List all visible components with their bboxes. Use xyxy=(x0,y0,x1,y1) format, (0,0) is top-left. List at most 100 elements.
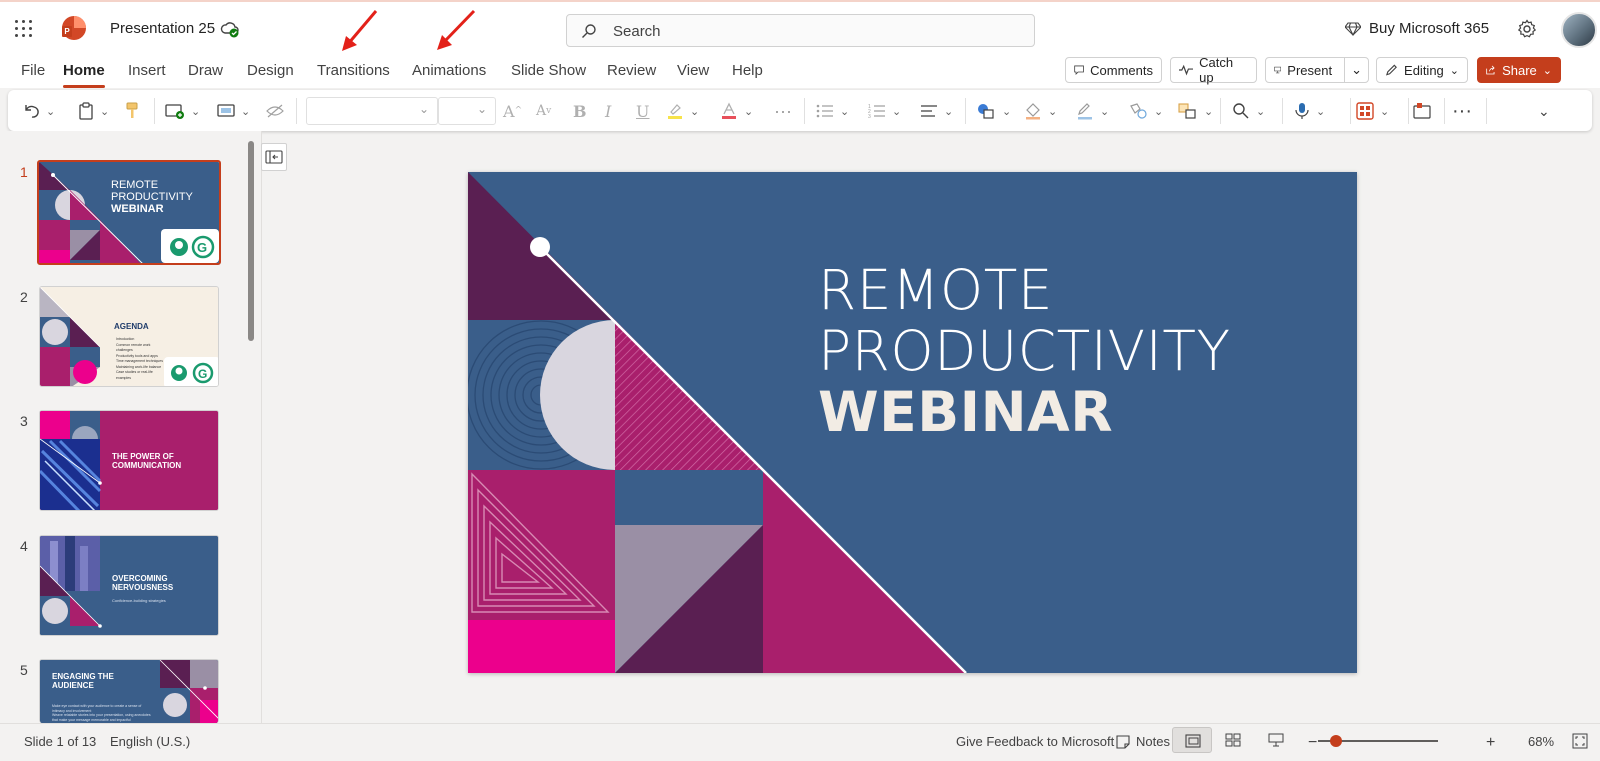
italic-icon[interactable]: I xyxy=(605,100,611,122)
microphone-icon xyxy=(1295,103,1309,119)
find-button[interactable]: ⌄ xyxy=(1232,100,1265,122)
chevron-down-icon[interactable]: ⌄ xyxy=(1380,105,1389,118)
zoom-in-button[interactable]: + xyxy=(1486,734,1495,752)
document-title[interactable]: Presentation 25 xyxy=(110,20,215,37)
search-input[interactable] xyxy=(613,21,1013,41)
chevron-down-icon[interactable]: ⌄ xyxy=(241,105,250,118)
slide-thumbnail-2[interactable]: G AGENDA Introduction Common remote work… xyxy=(39,286,219,387)
editing-mode-button[interactable]: Editing ⌄ xyxy=(1376,57,1468,83)
clipboard-icon xyxy=(79,102,93,120)
expand-ribbon-chevron-icon[interactable]: ⌄ xyxy=(1538,100,1550,122)
normal-view-button[interactable] xyxy=(1172,727,1212,753)
thumbnail-scrollbar[interactable] xyxy=(248,141,254,341)
font-color-button[interactable]: ⌄ xyxy=(720,100,753,122)
tab-review[interactable]: Review xyxy=(607,62,656,79)
slide-canvas[interactable]: REMOTE PRODUCTIVITY WEBINAR xyxy=(468,172,1357,673)
thumb-3-title: THE POWER OF COMMUNICATION xyxy=(112,452,182,470)
slide-thumbnail-5[interactable]: ENGAGING THE AUDIENCE Make eye contact w… xyxy=(39,659,219,723)
chevron-down-icon[interactable]: ⌄ xyxy=(191,105,200,118)
comments-button[interactable]: Comments xyxy=(1065,57,1162,83)
tab-help[interactable]: Help xyxy=(732,62,763,79)
chevron-down-icon[interactable]: ⌄ xyxy=(1048,105,1057,118)
shrink-font-icon[interactable]: Av xyxy=(536,100,551,122)
pencil-icon xyxy=(1385,64,1397,76)
zoom-out-button[interactable]: − xyxy=(1308,734,1317,752)
app-launcher-icon[interactable] xyxy=(15,20,35,40)
chevron-down-icon[interactable]: ⌄ xyxy=(690,105,699,118)
catch-up-button[interactable]: Catch up xyxy=(1170,55,1257,85)
arrange-button[interactable]: ⌄ xyxy=(1178,100,1213,122)
chevron-down-icon[interactable]: ⌄ xyxy=(1204,105,1213,118)
more-options-icon[interactable]: ··· xyxy=(1452,100,1472,122)
user-avatar[interactable] xyxy=(1561,12,1597,48)
slide-sorter-view-button[interactable] xyxy=(1225,733,1241,750)
tab-home[interactable]: Home xyxy=(63,62,105,88)
add-in-button[interactable] xyxy=(1412,100,1432,122)
tab-draw[interactable]: Draw xyxy=(188,62,223,79)
chevron-down-icon[interactable]: ⌄ xyxy=(1256,105,1265,118)
bold-icon[interactable]: B xyxy=(573,100,587,122)
numbering-button[interactable]: 123 ⌄ xyxy=(868,100,901,122)
undo-icon xyxy=(25,105,39,118)
buy-microsoft-365-link[interactable]: Buy Microsoft 365 xyxy=(1345,20,1489,37)
grow-font-icon[interactable]: A ^ xyxy=(503,100,522,122)
slide-thumbnail-3[interactable]: THE POWER OF COMMUNICATION xyxy=(39,410,219,511)
slide-thumbnail-1[interactable]: G REMOTE PRODUCTIVITY WEBINAR xyxy=(37,160,221,265)
paste-button[interactable]: ⌄ xyxy=(78,100,109,122)
align-left-icon xyxy=(921,105,937,117)
tab-design[interactable]: Design xyxy=(247,62,294,79)
format-painter-button[interactable] xyxy=(125,100,139,122)
slide-title[interactable]: REMOTE PRODUCTIVITY WEBINAR xyxy=(818,260,1231,443)
settings-gear-icon[interactable] xyxy=(1517,19,1537,44)
dictate-button[interactable]: ⌄ xyxy=(1294,100,1325,122)
status-bar: Slide 1 of 13 English (U.S.) Give Feedba… xyxy=(0,723,1600,761)
presenter-view-button[interactable] xyxy=(1268,733,1284,750)
font-family-select[interactable]: ⌄ xyxy=(306,97,438,125)
collapse-thumbnails-button[interactable] xyxy=(261,143,287,171)
align-button[interactable]: ⌄ xyxy=(920,100,953,122)
tab-slide-show[interactable]: Slide Show xyxy=(511,62,586,79)
chevron-down-icon[interactable]: ⌄ xyxy=(1002,105,1011,118)
zoom-slider-thumb[interactable] xyxy=(1330,735,1342,747)
font-size-select[interactable]: ⌄ xyxy=(438,97,496,125)
tab-transitions[interactable]: Transitions xyxy=(317,62,390,79)
zoom-level[interactable]: 68% xyxy=(1528,734,1554,749)
more-font-options-icon[interactable]: ··· xyxy=(774,100,792,122)
chevron-down-icon[interactable]: ⌄ xyxy=(840,105,849,118)
give-feedback-link[interactable]: Give Feedback to Microsoft xyxy=(956,734,1114,749)
shape-effects-button[interactable]: ⌄ xyxy=(1128,100,1163,122)
chevron-down-icon[interactable]: ⌄ xyxy=(1154,105,1163,118)
chevron-down-icon[interactable]: ⌄ xyxy=(46,105,55,118)
tab-file[interactable]: File xyxy=(21,62,45,79)
chevron-down-icon[interactable]: ⌄ xyxy=(100,105,109,118)
designer-button[interactable]: ⌄ xyxy=(1356,100,1389,122)
share-button[interactable]: Share ⌄ xyxy=(1477,57,1561,83)
hide-slide-button[interactable] xyxy=(266,100,284,122)
search-box[interactable] xyxy=(566,14,1035,47)
shapes-button[interactable]: ⌄ xyxy=(976,100,1011,122)
new-slide-button[interactable]: ⌄ xyxy=(165,100,200,122)
ribbon-separator xyxy=(1408,98,1409,124)
tab-view[interactable]: View xyxy=(677,62,709,79)
notes-button[interactable]: Notes xyxy=(1116,734,1170,749)
chevron-down-icon[interactable]: ⌄ xyxy=(944,105,953,118)
shape-fill-button[interactable]: ⌄ xyxy=(1024,100,1057,122)
bullets-button[interactable]: ⌄ xyxy=(816,100,849,122)
present-button[interactable]: Present ⌄ xyxy=(1265,57,1369,83)
tab-insert[interactable]: Insert xyxy=(128,62,166,79)
chevron-down-icon[interactable]: ⌄ xyxy=(1316,105,1325,118)
chevron-down-icon[interactable]: ⌄ xyxy=(892,105,901,118)
underline-icon[interactable]: U xyxy=(636,100,649,122)
tab-animations[interactable]: Animations xyxy=(412,62,486,79)
layout-button[interactable]: ⌄ xyxy=(217,100,250,122)
fit-to-window-button[interactable] xyxy=(1572,733,1588,752)
shape-outline-button[interactable]: ⌄ xyxy=(1076,100,1109,122)
undo-button[interactable]: ⌄ xyxy=(22,100,55,122)
language-indicator[interactable]: English (U.S.) xyxy=(110,734,190,749)
present-dropdown-chevron-icon[interactable]: ⌄ xyxy=(1344,58,1368,82)
highlight-button[interactable]: ⌄ xyxy=(666,100,699,122)
chevron-down-icon[interactable]: ⌄ xyxy=(1100,105,1109,118)
cloud-saved-icon[interactable] xyxy=(220,19,240,44)
slide-thumbnail-4[interactable]: OVERCOMING NERVOUSNESS Confidence-buildi… xyxy=(39,535,219,636)
chevron-down-icon[interactable]: ⌄ xyxy=(744,105,753,118)
